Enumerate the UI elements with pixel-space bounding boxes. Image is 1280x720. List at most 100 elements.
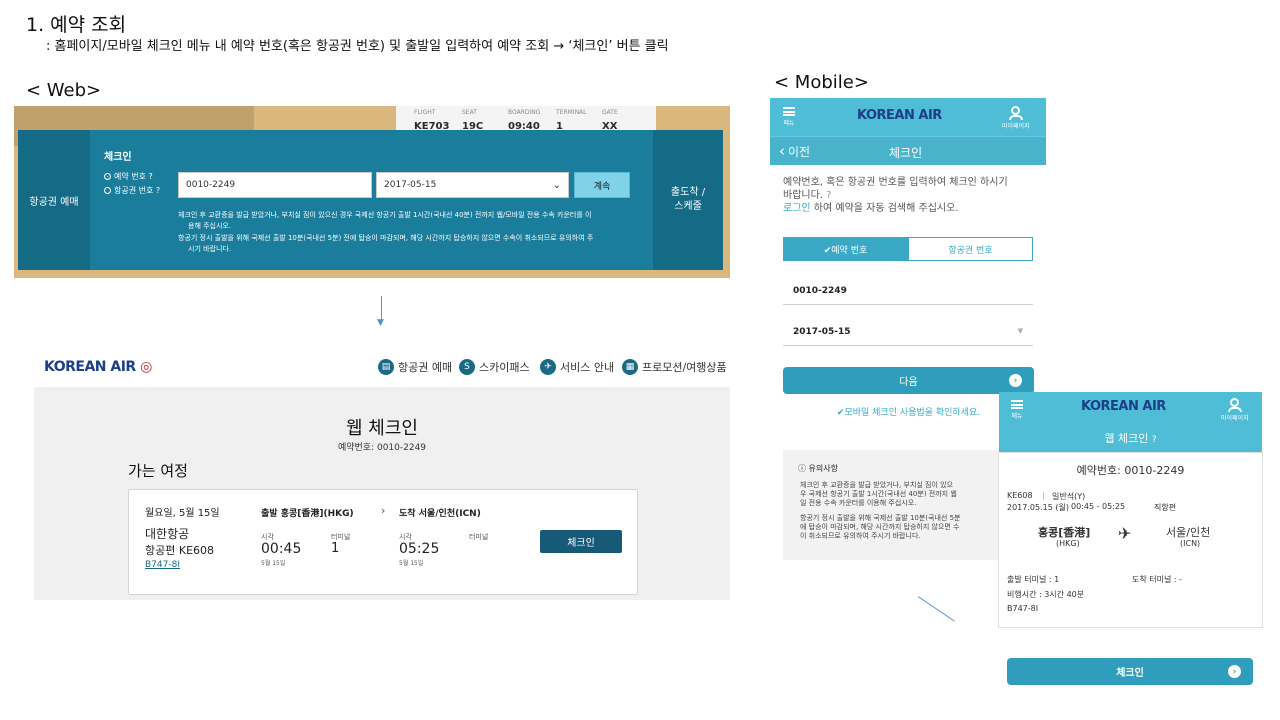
radio-booking-number[interactable]: 예약 번호 ? xyxy=(104,171,153,182)
notice-item: 체크인 후 교환증을 발급 받았거나, 부치실 짐이 있으 우 국제선 항공기 … xyxy=(800,481,1010,508)
tab-schedule-line1: 출도착 / xyxy=(670,187,706,198)
desc-line: 하여 예약을 자동 검색해 주십시오. xyxy=(810,203,959,214)
page-title: 웹 체크인 xyxy=(346,418,418,439)
notice-title: ⓘ 유의사항 xyxy=(798,463,838,474)
nav-label: 스카이패스 xyxy=(479,361,530,374)
nav-label: 항공권 예매 xyxy=(398,361,453,374)
arrival-airport: 도착 서울/인천(ICN) xyxy=(399,509,481,519)
aircraft-type: B747-8I xyxy=(1007,604,1039,613)
back-button[interactable]: ‹ 이전 xyxy=(779,142,810,160)
tab-booking-number[interactable]: ✔예약 번호 xyxy=(783,237,908,261)
mypage-button[interactable]: 마이페이지 xyxy=(1221,398,1249,422)
logo-text: KOREAN AIR xyxy=(44,359,136,375)
desc-line: 바랍니다. xyxy=(783,190,823,201)
aircraft-link[interactable]: B747-8I xyxy=(145,560,180,570)
page-title-text: 웹 체크인 xyxy=(1104,432,1149,445)
departure-code: (HKG) xyxy=(1056,539,1080,548)
radio-unchecked-icon xyxy=(104,187,111,194)
booking-number-input[interactable]: 0010-2249 xyxy=(178,172,372,198)
date-value: 2017-05-15 xyxy=(384,180,437,190)
caret-down-icon: ▼ xyxy=(1017,327,1023,335)
notice-line: 우 국제선 항공기 출발 1시간(국내선 40분) 전까지 웹 xyxy=(800,490,957,498)
mobile-page-title: 체크인 xyxy=(889,146,923,160)
chevron-left-icon: ‹ xyxy=(779,142,785,160)
tab-ticket-number[interactable]: 항공권 번호 xyxy=(908,237,1033,261)
notice-line: 체크인 후 교환증을 발급 받았거나, 부치실 짐이 있으신 경우 국제선 항공… xyxy=(178,211,592,219)
next-button[interactable]: 다음 › xyxy=(783,367,1034,394)
promotion-icon: ▦ xyxy=(622,359,638,375)
notice-line: 항공기 정시 출발을 위해 국제선 출발 10분(국내선 5분 xyxy=(800,514,961,522)
notice-line: 용해 주십시오. xyxy=(188,222,232,230)
user-icon-body xyxy=(1227,407,1242,412)
nav-skypass[interactable]: S 스카이패스 xyxy=(459,359,530,375)
bp-label: FLIGHT xyxy=(414,109,436,116)
menu-button[interactable]: 메뉴 xyxy=(1011,400,1023,420)
tab-schedule-line2: 스케줄 xyxy=(674,201,702,212)
separator: | xyxy=(1042,491,1045,500)
info-icon: ⓘ xyxy=(798,464,806,473)
mobile-section-label: < Mobile> xyxy=(774,72,869,93)
departure-airport: 출발 홍콩[香港](HKG) xyxy=(261,509,354,519)
mypage-label: 마이페이지 xyxy=(1221,415,1249,422)
tab-ticket-booking[interactable]: 항공권 예매 xyxy=(18,130,90,270)
trip-heading: 가는 여정 xyxy=(128,462,188,480)
mobile-page-title: 웹 체크인 ? xyxy=(999,430,1262,446)
checkin-description: 예약번호, 혹은 항공권 번호를 입력하여 체크인 하시기 바랍니다. ? 로그… xyxy=(783,176,1043,215)
korean-air-logo[interactable]: KOREAN AIR xyxy=(857,108,942,123)
radio-checked-icon xyxy=(104,173,111,180)
howto-link[interactable]: ✔모바일 체크인 사용법을 확인하세요. xyxy=(783,405,1034,418)
tab-schedule[interactable]: 출도착 / 스케줄 xyxy=(653,130,723,270)
notice-line: 항공기 정시 출발을 위해 국제선 출발 10분(국내선 5분) 전에 탑승이 … xyxy=(178,234,594,242)
panel-title: 체크인 xyxy=(104,152,132,163)
arrival-time: 05:25 xyxy=(399,541,440,557)
departure-date-select[interactable]: 2017-05-15 ⌄ xyxy=(376,172,569,198)
flight-number: 항공편 KE608 xyxy=(145,544,215,557)
terminal-label: 터미널 xyxy=(469,533,489,541)
next-label: 다음 xyxy=(899,377,918,388)
notice-title-text: 유의사항 xyxy=(808,464,838,473)
korean-air-logo[interactable]: KOREAN AIR xyxy=(1081,399,1166,414)
nav-ticket-booking[interactable]: ▤ 항공권 예매 xyxy=(378,359,452,375)
flight-date: 월요일, 5월 15일 xyxy=(145,508,220,519)
bp-label: BOARDING xyxy=(508,109,541,116)
user-icon xyxy=(1011,106,1021,115)
notice-line: 일 전용 수속 카운터를 이용해 주십시오. xyxy=(800,499,917,507)
continue-button[interactable]: 계속 xyxy=(574,172,630,198)
plane-icon: ✈ xyxy=(540,359,556,375)
checkin-button[interactable]: 체크인 › xyxy=(1007,658,1253,685)
mypage-button[interactable]: 마이페이지 xyxy=(1002,106,1030,130)
taegeuk-icon: ◎ xyxy=(140,359,152,375)
menu-button[interactable]: 메뉴 xyxy=(783,107,795,127)
radio-ticket-number[interactable]: 항공권 번호 ? xyxy=(104,185,160,196)
radio-label: 항공권 번호 ? xyxy=(114,186,161,195)
skypass-icon: S xyxy=(459,359,475,375)
help-icon[interactable]: ? xyxy=(826,190,831,201)
menu-label: 메뉴 xyxy=(1011,413,1023,420)
checkin-button[interactable]: 체크인 xyxy=(540,530,622,553)
help-icon[interactable]: ? xyxy=(1152,435,1157,445)
arrow-head-icon: ▼ xyxy=(377,318,384,328)
airline-name: 대한항공 xyxy=(145,527,190,541)
web-section-label: < Web> xyxy=(26,80,102,101)
desc-line: 예약번호, 혹은 항공권 번호를 입력하여 체크인 하시기 xyxy=(783,177,1008,188)
chevron-down-icon: ⌄ xyxy=(552,179,561,191)
seat-class: 일반석(Y) xyxy=(1052,492,1086,501)
flight-duration: 비행시간 : 3시간 40분 xyxy=(1007,590,1085,599)
nav-promotion[interactable]: ▦ 프로모션/여행상품 xyxy=(622,359,727,375)
nav-service-info[interactable]: ✈ 서비스 안내 xyxy=(540,359,614,375)
booking-number-input[interactable]: 0010-2249 xyxy=(783,280,1033,305)
bp-label: SEAT xyxy=(462,109,477,116)
arrival-code: (ICN) xyxy=(1180,539,1201,548)
korean-air-logo[interactable]: KOREAN AIR ◎ xyxy=(44,359,152,375)
departure-date-select[interactable]: 2017-05-15 ▼ xyxy=(783,321,1033,346)
date-value: 2017-05-15 xyxy=(793,327,851,337)
login-link[interactable]: 로그인 xyxy=(783,203,811,214)
menu-label: 메뉴 xyxy=(783,120,795,127)
notice-line: 이 취소되므로 유의하여 주시기 바랍니다. xyxy=(800,532,921,540)
nav-label: 프로모션/여행상품 xyxy=(642,361,727,374)
departure-city: 홍콩[香港] xyxy=(1038,526,1091,539)
arrival-date: 5월 15일 xyxy=(399,560,424,567)
user-icon xyxy=(1230,398,1240,407)
flight-number: KE608 xyxy=(1007,491,1033,500)
notice-line: 시기 바랍니다. xyxy=(188,245,232,253)
